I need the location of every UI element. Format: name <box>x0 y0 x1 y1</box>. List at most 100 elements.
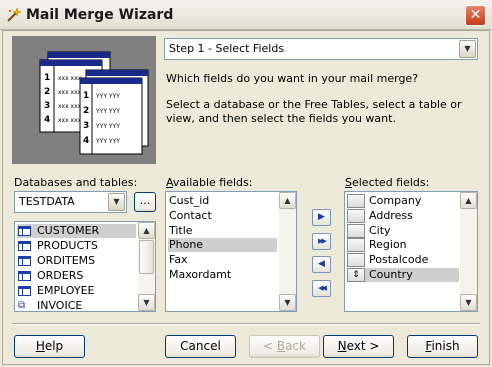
selected-fields-scrollbar[interactable]: ▲ ▼ <box>460 192 477 311</box>
list-item[interactable]: City <box>347 224 459 238</box>
move-handle[interactable] <box>347 253 365 267</box>
list-item[interactable]: Cust_id <box>168 194 277 208</box>
chevron-down-icon[interactable]: ▼ <box>108 193 125 211</box>
wizard-illustration: 1 2 3 4 xxx xxx xxx xxx xxx xxx xxx xxx … <box>12 36 156 164</box>
table-icon <box>18 271 31 281</box>
add-all-fields-button[interactable]: ▶▶ <box>312 233 331 250</box>
scroll-thumb[interactable] <box>139 240 154 274</box>
databases-label: Databases and tables: <box>14 176 138 189</box>
scroll-down-icon[interactable]: ▼ <box>460 294 477 311</box>
back-button[interactable]: < Back <box>249 335 320 358</box>
list-item-label: ORDERS <box>37 269 84 282</box>
svg-text:1: 1 <box>44 73 50 83</box>
scroll-down-icon[interactable]: ▼ <box>138 294 155 311</box>
list-item[interactable]: Phone <box>168 238 277 252</box>
move-handle[interactable] <box>347 224 365 238</box>
divider <box>12 323 480 325</box>
remove-field-button[interactable]: ◀ <box>312 256 331 273</box>
list-item[interactable]: Company <box>347 194 459 208</box>
list-item-label: Postalcode <box>369 253 429 266</box>
available-fields-list: Cust_id Contact Title Phone Fax Maxordam… <box>165 191 297 312</box>
list-item-label: PRODUCTS <box>37 239 98 252</box>
list-item[interactable]: CUSTOMER <box>17 224 136 238</box>
step-select-value: Step 1 - Select Fields <box>169 42 285 55</box>
scroll-up-icon[interactable]: ▲ <box>138 222 155 239</box>
svg-text:4: 4 <box>44 115 50 125</box>
list-item[interactable]: Contact <box>168 209 277 223</box>
selected-fields-label: Selected fields: <box>345 176 430 189</box>
svg-text:xxx xxx: xxx xxx <box>58 103 82 110</box>
step-question: Which fields do you want in your mail me… <box>166 72 419 85</box>
list-item-label: INVOICE <box>37 299 83 312</box>
list-item-label: Address <box>369 209 413 222</box>
table-icon <box>18 286 31 296</box>
svg-text:3: 3 <box>44 101 50 111</box>
wizard-wand-icon <box>7 7 22 22</box>
next-button[interactable]: Next > <box>323 335 394 358</box>
browse-database-button[interactable]: ... <box>134 192 156 212</box>
list-item[interactable]: Postalcode <box>347 253 459 267</box>
svg-text:1: 1 <box>83 91 89 101</box>
add-field-button[interactable]: ▶ <box>312 209 331 226</box>
list-item[interactable]: ⧉ INVOICE <box>17 299 136 312</box>
cancel-button[interactable]: Cancel <box>165 335 236 358</box>
chevron-down-icon[interactable]: ▼ <box>459 40 476 58</box>
move-handle[interactable] <box>347 194 365 208</box>
svg-text:xxx xxx: xxx xxx <box>58 89 82 96</box>
close-button[interactable]: ✕ <box>465 5 486 26</box>
help-button[interactable]: Help <box>14 335 85 358</box>
view-icon: ⧉ <box>18 300 26 311</box>
move-handle[interactable] <box>347 238 365 252</box>
list-item[interactable]: PRODUCTS <box>17 239 136 253</box>
list-item[interactable]: ORDERS <box>17 269 136 283</box>
list-item[interactable]: Title <box>168 224 277 238</box>
list-item[interactable]: ORDITEMS <box>17 254 136 268</box>
move-handle[interactable] <box>347 209 365 223</box>
scroll-down-icon[interactable]: ▼ <box>279 294 296 311</box>
list-item-label: EMPLOYEE <box>37 284 95 297</box>
svg-text:YYY YYY: YYY YYY <box>95 108 120 115</box>
scroll-up-icon[interactable]: ▲ <box>279 192 296 209</box>
table-pages-icon: 1 2 3 4 xxx xxx xxx xxx xxx xxx xxx xxx … <box>39 51 149 155</box>
svg-text:3: 3 <box>83 121 89 131</box>
list-item[interactable]: Fax <box>168 253 277 267</box>
list-item-label: Region <box>369 238 407 251</box>
available-fields-scrollbar[interactable]: ▲ ▼ <box>279 192 296 311</box>
table-icon <box>18 256 31 266</box>
svg-text:xxx xxx: xxx xxx <box>58 117 82 124</box>
available-fields-label: Available fields: <box>166 176 253 189</box>
window-title: Mail Merge Wizard <box>26 7 174 23</box>
list-item[interactable]: Region <box>347 238 459 252</box>
list-item[interactable]: EMPLOYEE <box>17 284 136 298</box>
database-select-value: TESTDATA <box>19 195 75 208</box>
svg-text:xxx xxx: xxx xxx <box>58 75 82 82</box>
remove-all-fields-button[interactable]: ◀◀ <box>312 280 331 297</box>
move-arrows-icon[interactable]: ⇕ <box>347 268 365 282</box>
step-instructions: Select a database or the Free Tables, se… <box>166 98 462 125</box>
svg-text:YYY YYY: YYY YYY <box>95 93 120 100</box>
list-item-label: CUSTOMER <box>37 224 100 237</box>
selected-fields-list: Company Address City Region Postalcode ⇕… <box>344 191 478 312</box>
svg-text:YYY YYY: YYY YYY <box>95 138 120 145</box>
finish-button[interactable]: Finish <box>407 335 478 358</box>
list-item-label: ORDITEMS <box>37 254 96 267</box>
svg-text:2: 2 <box>44 87 50 97</box>
database-select[interactable]: TESTDATA ▼ <box>14 191 127 213</box>
table-icon <box>18 241 31 251</box>
list-item-label: Country <box>369 268 413 281</box>
svg-text:YYY YYY: YYY YYY <box>95 123 120 130</box>
tables-scrollbar[interactable]: ▲ ▼ <box>138 222 155 311</box>
list-item[interactable]: Maxordamt <box>168 268 277 282</box>
step-select[interactable]: Step 1 - Select Fields ▼ <box>164 38 478 60</box>
list-item-label: Company <box>369 194 422 207</box>
title-bar: Mail Merge Wizard ✕ <box>0 0 492 30</box>
tables-list: CUSTOMER PRODUCTS ORDITEMS ORDERS EMPLOY… <box>14 221 156 312</box>
close-icon: ✕ <box>469 7 482 23</box>
list-item[interactable]: Address <box>347 209 459 223</box>
svg-text:4: 4 <box>83 136 89 146</box>
scroll-up-icon[interactable]: ▲ <box>460 192 477 209</box>
svg-text:2: 2 <box>83 106 89 116</box>
table-icon <box>18 226 31 236</box>
list-item[interactable]: ⇕ Country <box>347 268 459 282</box>
list-item-label: City <box>369 224 391 237</box>
